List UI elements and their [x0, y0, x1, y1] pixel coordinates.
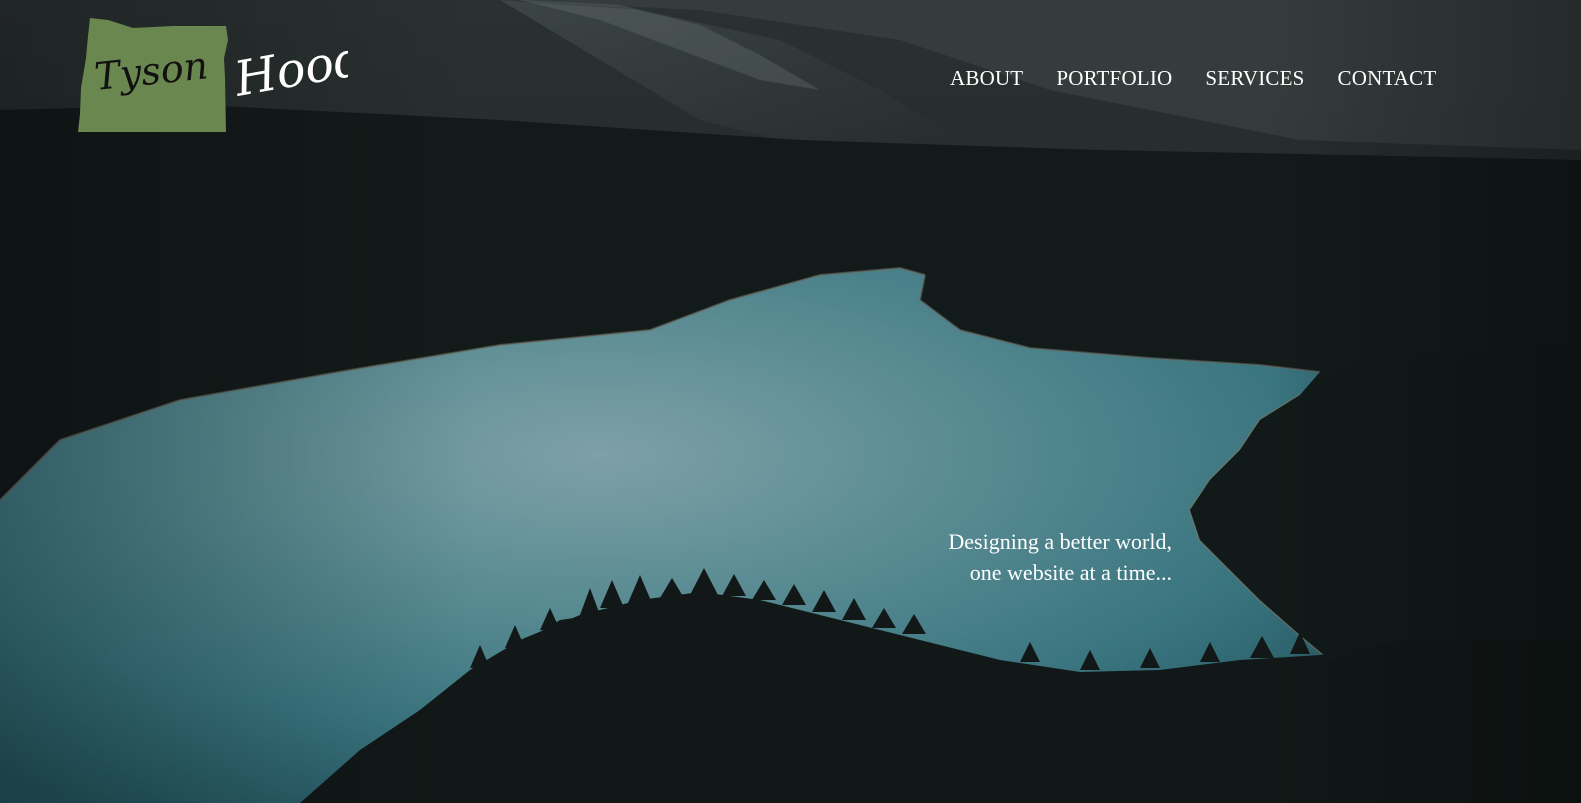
- nav-portfolio-link[interactable]: PORTFOLIO: [1056, 66, 1172, 91]
- oregon-state-logo-icon: Tyson Hood: [78, 18, 368, 132]
- tagline-line-1: Designing a better world,: [948, 529, 1172, 554]
- nav-services-link[interactable]: SERVICES: [1205, 66, 1304, 91]
- logo-last-name: Hood: [229, 30, 348, 108]
- site-logo[interactable]: Tyson Hood: [78, 18, 368, 134]
- hero-tagline: Designing a better world, one website at…: [948, 526, 1172, 588]
- main-navigation: ABOUT PORTFOLIO SERVICES CONTACT: [950, 66, 1436, 91]
- homepage: Tyson Hood ABOUT PORTFOLIO SERVICES CONT…: [0, 0, 1581, 803]
- tagline-line-2: one website at a time...: [969, 560, 1172, 585]
- nav-about-link[interactable]: ABOUT: [950, 66, 1023, 91]
- nav-contact-link[interactable]: CONTACT: [1338, 66, 1437, 91]
